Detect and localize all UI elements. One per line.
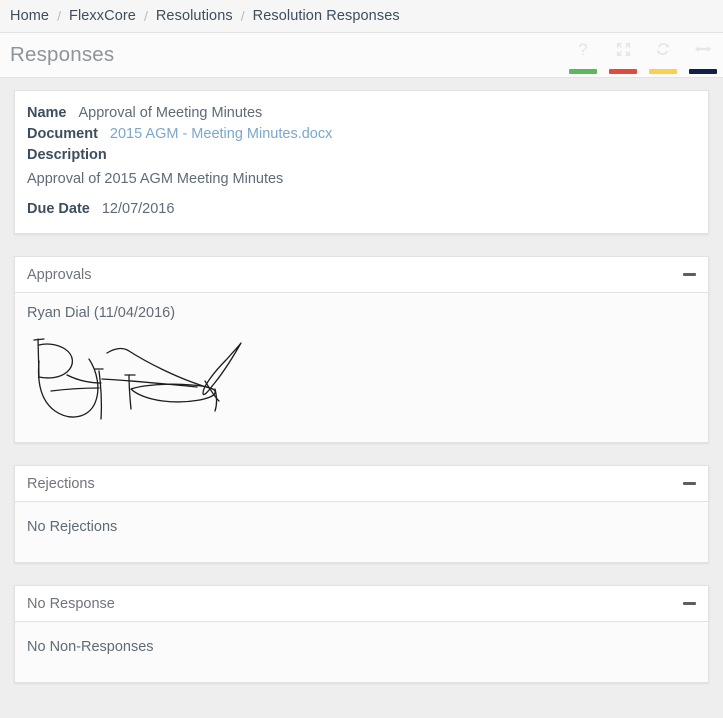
no-response-panel-title: No Response	[27, 595, 115, 612]
rejections-panel-header: Rejections	[15, 466, 708, 502]
breadcrumb: Home / FlexxCore / Resolutions / Resolut…	[0, 0, 723, 33]
refresh-button[interactable]	[643, 33, 683, 78]
collapse-minus-icon[interactable]	[683, 602, 696, 605]
resize-width-button-accent-bar	[689, 69, 717, 74]
no-response-panel-header: No Response	[15, 586, 708, 622]
rejections-empty-message: No Rejections	[27, 519, 118, 535]
expand-button[interactable]	[603, 33, 643, 78]
approvals-panel: Approvals Ryan Dial (11/04/2016)	[14, 256, 709, 443]
rejections-panel-body: No Rejections	[15, 502, 708, 562]
detail-row-description: Description	[27, 147, 696, 163]
signature-image	[33, 338, 242, 420]
breadcrumb-item-flexxcore[interactable]: FlexxCore	[69, 8, 136, 24]
breadcrumb-separator: /	[240, 8, 245, 24]
approvals-panel-title: Approvals	[27, 266, 92, 283]
document-link[interactable]: 2015 AGM - Meeting Minutes.docx	[110, 126, 332, 142]
approver-name-and-date: Ryan Dial (11/04/2016)	[27, 305, 176, 321]
resize-width-icon	[694, 33, 712, 65]
due-date-value: 12/07/2016	[101, 201, 175, 217]
no-response-panel-body: No Non-Responses	[15, 622, 708, 682]
collapse-minus-icon[interactable]	[683, 482, 696, 485]
breadcrumb-item-resolutions[interactable]: Resolutions	[156, 8, 233, 24]
resize-width-button[interactable]	[683, 33, 723, 78]
help-button-accent-bar	[569, 69, 597, 74]
refresh-icon	[655, 33, 671, 65]
approvals-panel-body: Ryan Dial (11/04/2016)	[15, 293, 708, 442]
help-button[interactable]: ?	[563, 33, 603, 78]
detail-row-due-date: Due Date 12/07/2016	[27, 201, 696, 217]
expand-button-accent-bar	[609, 69, 637, 74]
page-header: Responses ?	[0, 33, 723, 78]
collapse-minus-icon[interactable]	[683, 273, 696, 276]
no-response-panel: No Response No Non-Responses	[14, 585, 709, 683]
refresh-button-accent-bar	[649, 69, 677, 74]
help-icon: ?	[578, 39, 588, 59]
document-label: Document	[27, 126, 98, 142]
page-title: Responses	[10, 43, 115, 66]
rejections-panel-title: Rejections	[27, 475, 95, 492]
no-response-empty-message: No Non-Responses	[27, 639, 154, 655]
breadcrumb-separator: /	[143, 8, 148, 24]
detail-row-document: Document 2015 AGM - Meeting Minutes.docx	[27, 126, 696, 142]
name-label: Name	[27, 105, 67, 121]
expand-icon	[616, 33, 631, 65]
approvals-panel-header: Approvals	[15, 257, 708, 293]
breadcrumb-separator: /	[57, 8, 61, 24]
main-content: Name Approval of Meeting Minutes Documen…	[0, 78, 723, 718]
description-label: Description	[27, 147, 107, 163]
approval-list-item: Ryan Dial (11/04/2016)	[27, 305, 696, 426]
resolution-detail-card: Name Approval of Meeting Minutes Documen…	[14, 90, 709, 234]
header-toolbar: ?	[563, 33, 723, 78]
description-value: Approval of 2015 AGM Meeting Minutes	[27, 171, 284, 187]
breadcrumb-item-resolution-responses: Resolution Responses	[252, 8, 400, 24]
due-date-label: Due Date	[27, 201, 90, 217]
name-value: Approval of Meeting Minutes	[78, 105, 263, 121]
detail-row-name: Name Approval of Meeting Minutes	[27, 105, 696, 121]
breadcrumb-item-home[interactable]: Home	[10, 8, 49, 24]
rejections-panel: Rejections No Rejections	[14, 465, 709, 563]
